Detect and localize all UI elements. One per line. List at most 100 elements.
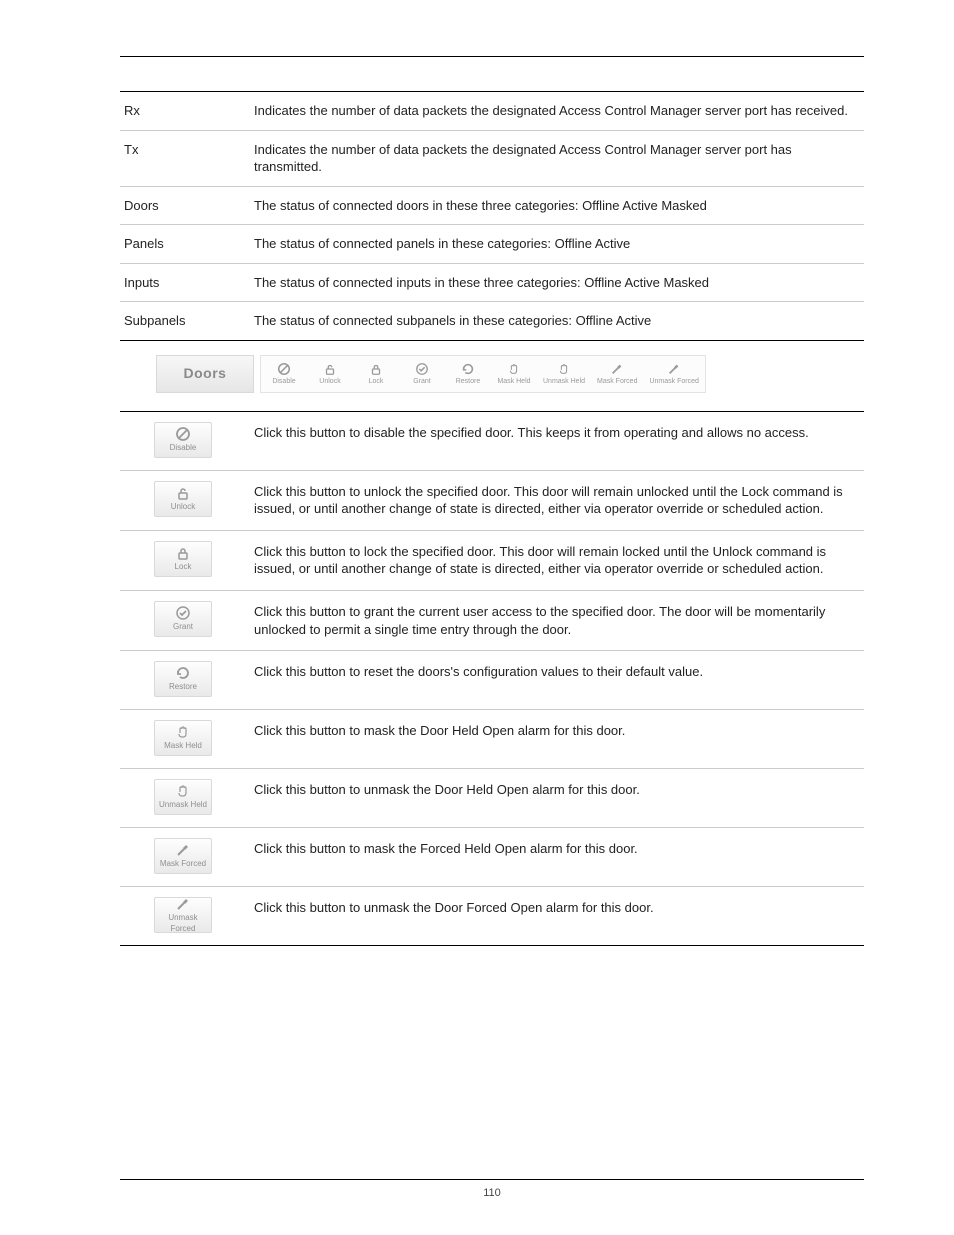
mask-held-icon <box>507 362 521 376</box>
mask-forced-button[interactable]: Mask Forced <box>154 838 212 874</box>
disable-button[interactable]: Disable <box>261 356 307 392</box>
desc-text: Click this button to unlock the specifie… <box>254 484 843 517</box>
toolbar-btn-label: Unmask Forced <box>649 377 698 386</box>
icon-cell: Mask Held <box>120 710 250 769</box>
icon-cell: Disable <box>120 411 250 470</box>
table-row: Lock Click this button to lock the speci… <box>120 530 864 590</box>
doors-title-text: Doors <box>184 364 227 383</box>
disable-icon <box>175 426 191 442</box>
table-row: Disable Click this button to disable the… <box>120 411 864 470</box>
btn-tile-label: Mask Held <box>164 741 202 752</box>
mask-forced-icon <box>610 362 624 376</box>
term-text: Tx <box>124 142 138 157</box>
table-row: Panels The status of connected panels in … <box>120 225 864 264</box>
icon-cell: Mask Forced <box>120 828 250 887</box>
term-text: Subpanels <box>124 313 185 328</box>
table-row: Unmask Held Click this button to unmask … <box>120 769 864 828</box>
doors-toolbar: Doors DisableUnlockLockGrantRestoreMask … <box>156 355 864 393</box>
desc-text: Click this button to reset the doors's c… <box>254 664 703 679</box>
restore-icon <box>175 665 191 681</box>
desc-cell: The status of connected subpanels in the… <box>250 302 864 341</box>
desc-cell: Click this button to lock the specified … <box>250 530 864 590</box>
term-cell: Subpanels <box>120 302 250 341</box>
term-cell: Panels <box>120 225 250 264</box>
icon-cell: Grant <box>120 591 250 651</box>
btn-tile-label: Unmask Forced <box>155 913 211 935</box>
disable-button[interactable]: Disable <box>154 422 212 458</box>
mask-held-button[interactable]: Mask Held <box>491 356 537 392</box>
grant-icon <box>175 605 191 621</box>
desc-cell: Click this button to reset the doors's c… <box>250 651 864 710</box>
lock-button[interactable]: Lock <box>154 541 212 577</box>
unmask-forced-button[interactable]: Unmask Forced <box>643 356 704 392</box>
table-row: Doors The status of connected doors in th… <box>120 186 864 225</box>
term-cell: Rx <box>120 92 250 131</box>
doors-title-tile: Doors <box>156 355 254 393</box>
table-row: Grant Click this button to grant the cur… <box>120 591 864 651</box>
table-row: Mask Held Click this button to mask the … <box>120 710 864 769</box>
desc-text: Click this button to mask the Forced Hel… <box>254 841 638 856</box>
desc-text: The status of connected panels in these … <box>254 236 630 251</box>
toolbar-btn-label: Grant <box>413 377 431 386</box>
term-text: Inputs <box>124 275 159 290</box>
btn-tile-label: Restore <box>169 682 197 693</box>
mask-forced-button[interactable]: Mask Forced <box>591 356 643 392</box>
btn-tile-label: Disable <box>170 443 197 454</box>
desc-cell: Click this button to unmask the Door Hel… <box>250 769 864 828</box>
desc-text: Indicates the number of data packets the… <box>254 103 848 118</box>
door-actions-table: Disable Click this button to disable the… <box>120 411 864 946</box>
mask-held-button[interactable]: Mask Held <box>154 720 212 756</box>
unmask-forced-icon <box>175 896 191 912</box>
desc-text: Click this button to lock the specified … <box>254 544 826 577</box>
unmask-held-icon <box>175 783 191 799</box>
unmask-held-button[interactable]: Unmask Held <box>154 779 212 815</box>
table-row: Subpanels The status of connected subpane… <box>120 302 864 341</box>
unlock-button[interactable]: Unlock <box>154 481 212 517</box>
disable-icon <box>277 362 291 376</box>
desc-cell: The status of connected inputs in these … <box>250 263 864 302</box>
table-row: Tx Indicates the number of data packets t… <box>120 130 864 186</box>
unmask-forced-button[interactable]: Unmask Forced <box>154 897 212 933</box>
unlock-icon <box>175 485 191 501</box>
icon-cell: Restore <box>120 651 250 710</box>
desc-text: Click this button to unmask the Door Hel… <box>254 782 640 797</box>
grant-button[interactable]: Grant <box>399 356 445 392</box>
toolbar-btn-label: Mask Forced <box>597 377 637 386</box>
restore-button[interactable]: Restore <box>445 356 491 392</box>
table-row: Restore Click this button to reset the d… <box>120 651 864 710</box>
desc-cell: Click this button to grant the current u… <box>250 591 864 651</box>
btn-tile-label: Lock <box>175 562 192 573</box>
desc-text: Click this button to mask the Door Held … <box>254 723 625 738</box>
footer-rule <box>120 1179 864 1180</box>
desc-cell: Click this button to unlock the specifie… <box>250 470 864 530</box>
desc-text: Indicates the number of data packets the… <box>254 142 792 175</box>
term-text: Panels <box>124 236 164 251</box>
desc-cell: Click this button to mask the Door Held … <box>250 710 864 769</box>
mask-held-icon <box>175 724 191 740</box>
table-row: Unmask Forced Click this button to unmas… <box>120 887 864 946</box>
desc-cell: Indicates the number of data packets the… <box>250 130 864 186</box>
btn-tile-label: Unmask Held <box>159 800 207 811</box>
unlock-icon <box>323 362 337 376</box>
lock-button[interactable]: Lock <box>353 356 399 392</box>
toolbar-btn-label: Unlock <box>319 377 340 386</box>
desc-cell: The status of connected doors in these t… <box>250 186 864 225</box>
desc-text: Click this button to unmask the Door For… <box>254 900 654 915</box>
unmask-held-button[interactable]: Unmask Held <box>537 356 591 392</box>
restore-button[interactable]: Restore <box>154 661 212 697</box>
desc-cell: Click this button to disable the specifi… <box>250 411 864 470</box>
term-cell: Tx <box>120 130 250 186</box>
table-row: Unlock Click this button to unlock the s… <box>120 470 864 530</box>
btn-tile-label: Mask Forced <box>160 859 206 870</box>
btn-tile-label: Unlock <box>171 502 195 513</box>
mask-forced-icon <box>175 842 191 858</box>
desc-text: The status of connected subpanels in the… <box>254 313 651 328</box>
grant-button[interactable]: Grant <box>154 601 212 637</box>
icon-cell: Unmask Held <box>120 769 250 828</box>
term-text: Doors <box>124 198 159 213</box>
btn-tile-label: Grant <box>173 622 193 633</box>
lock-icon <box>369 362 383 376</box>
lock-icon <box>175 545 191 561</box>
desc-cell: Click this button to mask the Forced Hel… <box>250 828 864 887</box>
unlock-button[interactable]: Unlock <box>307 356 353 392</box>
